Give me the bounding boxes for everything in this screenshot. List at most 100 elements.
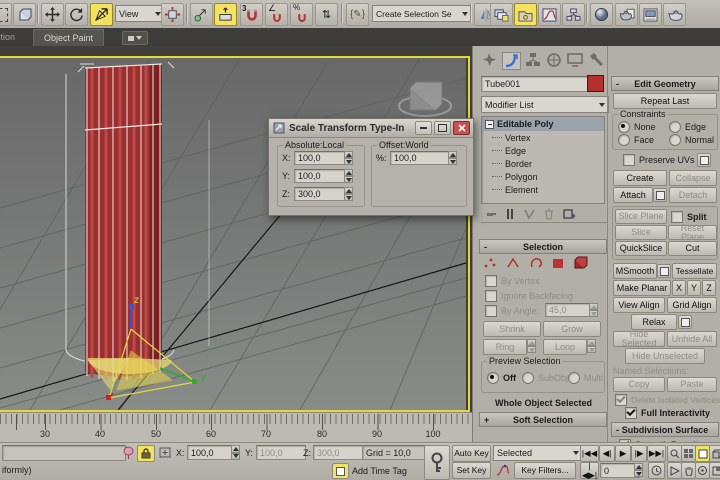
stack-item-edge[interactable]: Edge	[482, 144, 604, 157]
checkbox-box[interactable]	[485, 290, 497, 302]
curve-editor-icon[interactable]	[538, 3, 561, 26]
previous-frame-button[interactable]: ◀|	[599, 445, 615, 462]
edit-geometry-rollout-header[interactable]: - Edit Geometry	[611, 76, 719, 91]
ring-spinner[interactable]	[527, 339, 536, 353]
attach-settings-button[interactable]	[653, 188, 667, 202]
status-line-field[interactable]	[2, 445, 126, 461]
border-subobject-icon[interactable]	[529, 257, 543, 269]
create-button[interactable]: Create	[613, 170, 667, 186]
preview-multi-radio[interactable]: Multi	[568, 372, 603, 384]
checkbox-box[interactable]	[623, 154, 635, 166]
named-selection-set-dropdown[interactable]: Create Selection Se	[372, 5, 472, 22]
msmooth-button[interactable]: MSmooth	[613, 263, 657, 279]
zoom-tool-button[interactable]	[667, 445, 682, 462]
select-and-manipulate-icon[interactable]	[190, 3, 213, 26]
soft-selection-rollout-header[interactable]: + Soft Selection	[479, 412, 607, 427]
radio-dot[interactable]	[568, 372, 580, 384]
split-checkbox[interactable]: Split	[671, 211, 707, 223]
preserve-uvs-settings-button[interactable]	[697, 153, 711, 167]
graphite-ribbon-toggle-icon[interactable]	[514, 3, 537, 26]
selection-region-icon[interactable]	[0, 3, 12, 26]
utilities-tab-icon[interactable]	[588, 52, 605, 68]
edit-named-selections-icon[interactable]: {✎}	[346, 3, 369, 26]
status-y-field[interactable]: 100,0	[256, 445, 306, 460]
scale-transform-type-in-dialog[interactable]: Scale Transform Type-In Absolute:Local X…	[268, 118, 474, 216]
loop-spinner[interactable]	[587, 339, 596, 353]
checkbox-box[interactable]	[625, 407, 637, 419]
radio-dot[interactable]	[669, 121, 681, 133]
loop-button[interactable]: Loop	[543, 339, 587, 355]
grow-button[interactable]: Grow	[543, 321, 601, 337]
slice-button[interactable]: Slice	[615, 225, 667, 240]
snap-toggle-3d-icon[interactable]: 3	[240, 3, 263, 26]
tessellate-button[interactable]: Tessellate	[672, 263, 717, 279]
status-x-field[interactable]: 100,0	[187, 445, 237, 460]
hierarchy-tab-icon[interactable]	[525, 52, 542, 68]
attach-button[interactable]: Attach	[613, 187, 653, 203]
render-setup-icon[interactable]	[615, 3, 638, 26]
polygon-subobject-icon[interactable]	[552, 257, 565, 269]
ignore-backfacing-checkbox[interactable]: Ignore Backfacing	[485, 290, 573, 302]
ring-button[interactable]: Ring	[483, 339, 527, 355]
tube-object[interactable]	[85, 64, 162, 381]
by-angle-checkbox[interactable]: By Angle:	[485, 305, 539, 317]
msmooth-settings-button[interactable]	[657, 264, 671, 278]
dialog-titlebar[interactable]: Scale Transform Type-In	[269, 119, 473, 138]
reference-coordinate-dropdown[interactable]: View	[115, 5, 165, 22]
x-scale-field[interactable]: 100,0	[294, 151, 349, 165]
full-interactivity-checkbox[interactable]: Full Interactivity	[625, 407, 710, 419]
show-end-result-icon[interactable]	[505, 208, 515, 220]
object-color-swatch[interactable]	[587, 75, 604, 92]
delete-isolated-vertices-checkbox[interactable]: Delete Isolated Vertices	[615, 394, 720, 406]
make-planar-z-button[interactable]: Z	[702, 280, 716, 296]
render-production-icon[interactable]	[663, 3, 686, 26]
reset-plane-button[interactable]: Reset Plane	[668, 225, 717, 240]
track-bar[interactable]: 30 40 50 60 70 80 90 100	[0, 412, 472, 443]
stack-item-vertex[interactable]: Vertex	[482, 131, 604, 144]
constraint-edge-radio[interactable]: Edge	[669, 121, 706, 133]
radio-dot[interactable]	[618, 121, 630, 133]
active-viewport[interactable]: z y	[0, 56, 470, 412]
paste-button[interactable]: Paste	[667, 377, 717, 392]
orbit-button[interactable]	[695, 462, 710, 479]
hide-selected-button[interactable]: Hide Selected	[613, 331, 665, 347]
offset-mode-toggle[interactable]	[332, 463, 349, 479]
key-filters-button[interactable]: Key Filters...	[514, 462, 576, 479]
frame-spinner[interactable]	[634, 463, 643, 477]
select-and-rotate-icon[interactable]	[65, 3, 88, 26]
maximize-button[interactable]	[434, 121, 451, 135]
status-z-field[interactable]: 300,0	[313, 445, 363, 460]
time-configuration-button[interactable]	[648, 462, 665, 479]
ribbon-display-toggle[interactable]	[122, 31, 148, 45]
cut-button[interactable]: Cut	[668, 241, 717, 256]
radio-dot[interactable]	[522, 372, 534, 384]
set-keys-button[interactable]	[424, 445, 450, 480]
select-and-move-icon[interactable]	[41, 3, 64, 26]
minimize-button[interactable]	[415, 121, 432, 135]
constraint-normal-radio[interactable]: Normal	[669, 134, 714, 146]
viewport-canvas[interactable]: z y	[0, 58, 466, 410]
radio-dot[interactable]	[669, 134, 681, 146]
stack-item-editable-poly[interactable]: Editable Poly	[482, 117, 604, 131]
preview-off-radio[interactable]: Off	[487, 372, 516, 384]
window-crossing-icon[interactable]	[13, 3, 36, 26]
unhide-all-button[interactable]: Unhide All	[667, 331, 717, 347]
make-planar-x-button[interactable]: X	[672, 280, 686, 296]
schematic-view-icon[interactable]	[562, 3, 585, 26]
go-to-start-button[interactable]: |◀◀	[580, 445, 599, 462]
keyboard-override-icon[interactable]	[214, 3, 237, 26]
checkbox-box[interactable]	[615, 394, 627, 406]
preview-subobj-radio[interactable]: SubObj	[522, 372, 568, 384]
slice-plane-button[interactable]: Slice Plane	[615, 209, 667, 224]
checkbox-box[interactable]	[671, 211, 683, 223]
z-scale-field[interactable]: 300,0	[294, 187, 349, 201]
add-time-tag[interactable]: Add Time Tag	[352, 466, 407, 476]
make-planar-button[interactable]: Make Planar	[613, 280, 671, 296]
radio-dot[interactable]	[487, 372, 499, 384]
grid-align-button[interactable]: Grid Align	[667, 297, 717, 313]
preserve-uvs-checkbox[interactable]: Preserve UVs	[623, 154, 695, 166]
close-button[interactable]	[453, 121, 470, 135]
quickslice-button[interactable]: QuickSlice	[615, 241, 667, 256]
play-button[interactable]: ▶	[615, 445, 631, 462]
edge-subobject-icon[interactable]	[506, 257, 520, 269]
